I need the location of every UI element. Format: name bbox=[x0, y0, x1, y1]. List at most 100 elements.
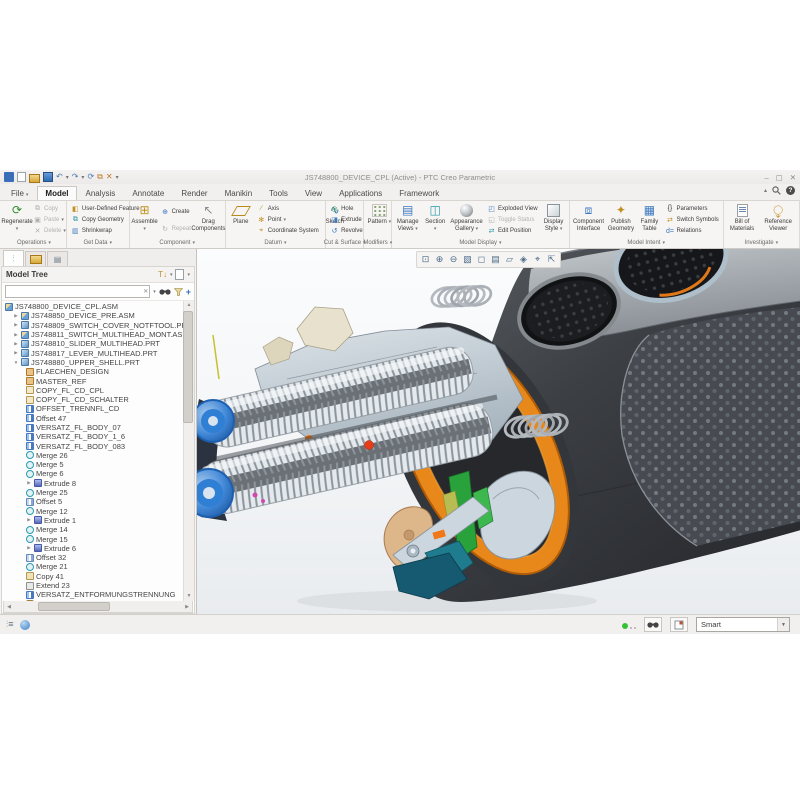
undo-arrow-icon[interactable]: ▾ bbox=[66, 174, 69, 181]
scroll-down-icon[interactable]: ▼ bbox=[184, 592, 194, 601]
revolve-button[interactable]: ↺Revolve bbox=[328, 226, 365, 236]
tree-item[interactable]: Merge 26 bbox=[2, 451, 194, 460]
toggle-status-button[interactable]: ◱Toggle Status bbox=[485, 215, 540, 225]
refit-icon[interactable]: ⊡ bbox=[419, 253, 432, 266]
open-file-icon[interactable] bbox=[29, 174, 40, 183]
clear-search-icon[interactable]: ✕ bbox=[143, 288, 148, 295]
selection-filter-select[interactable]: Smart ▼ bbox=[696, 617, 790, 632]
tree-item[interactable]: ▼JS748880_UPPER_SHELL.PRT bbox=[2, 358, 194, 367]
help-icon[interactable]: ? bbox=[786, 186, 795, 195]
tree-item[interactable]: Merge 14 bbox=[2, 525, 194, 534]
tree-item[interactable]: VERSATZ_FL_BODY_1_6 bbox=[2, 432, 194, 441]
tree-item[interactable]: VERSATZ_FL_BODY_07 bbox=[2, 423, 194, 432]
collapse-arrow-icon[interactable]: ▼ bbox=[13, 360, 19, 365]
tab-framework[interactable]: Framework bbox=[391, 186, 447, 200]
zoom-in-icon[interactable]: ⊕ bbox=[433, 253, 446, 266]
tree-item[interactable]: Offset 32 bbox=[2, 553, 194, 562]
tab-view[interactable]: View bbox=[297, 186, 330, 200]
datum-group-label[interactable]: Datum▾ bbox=[228, 238, 323, 248]
tree-item[interactable]: Copy 41 bbox=[2, 572, 194, 581]
3d-shaver-model[interactable] bbox=[197, 249, 800, 614]
save-icon[interactable] bbox=[43, 172, 53, 182]
scroll-left-icon[interactable]: ◀ bbox=[4, 604, 14, 610]
create-button[interactable]: ⊕Create bbox=[159, 207, 193, 217]
close-button[interactable]: ✕ bbox=[790, 173, 796, 182]
parameters-button[interactable]: {}Parameters bbox=[663, 204, 720, 214]
tree-item[interactable]: ▶Extrude 8 bbox=[2, 479, 194, 488]
investigate-group-label[interactable]: Investigate▾ bbox=[726, 238, 797, 248]
drag-components-button[interactable]: ↖Drag Components bbox=[194, 202, 223, 238]
axis-button[interactable]: ∕Axis bbox=[255, 204, 321, 214]
orientation-dragger-icon[interactable]: ⇱ bbox=[545, 253, 558, 266]
expand-arrow-icon[interactable]: ▶ bbox=[13, 341, 19, 347]
tree-item[interactable]: Merge 6 bbox=[2, 469, 194, 478]
expand-tree-icon[interactable]: + bbox=[186, 287, 191, 297]
spin-center-icon[interactable]: ⌖ bbox=[531, 253, 544, 266]
tree-horizontal-scrollbar[interactable]: ◀ ▶ bbox=[3, 601, 193, 613]
tree-search-input[interactable]: ✕ bbox=[5, 285, 150, 298]
tree-item[interactable]: ▶JS748850_DEVICE_PRE.ASM bbox=[2, 311, 194, 320]
folder-browser-tab[interactable] bbox=[25, 251, 46, 266]
publish-geometry-button[interactable]: ✦Publish Geometry bbox=[606, 202, 635, 238]
expand-arrow-icon[interactable]: ▶ bbox=[26, 545, 32, 551]
command-search-icon[interactable] bbox=[772, 186, 781, 195]
tree-item[interactable]: Offset 47 bbox=[2, 414, 194, 423]
restore-button[interactable]: ▢ bbox=[776, 173, 783, 182]
model-tree-tab[interactable]: ⫶ bbox=[3, 250, 24, 266]
tree-item[interactable]: Merge 21 bbox=[2, 562, 194, 571]
display-style-toolbar-icon[interactable]: ◻ bbox=[475, 253, 488, 266]
plane-button[interactable]: Plane bbox=[228, 202, 254, 238]
edit-position-button[interactable]: ⇄Edit Position bbox=[485, 226, 540, 236]
tab-model[interactable]: Model bbox=[37, 186, 76, 200]
minimize-button[interactable]: – bbox=[764, 173, 768, 182]
get-data-group-label[interactable]: Get Data▾ bbox=[69, 238, 127, 248]
scroll-up-icon[interactable]: ▲ bbox=[184, 301, 194, 310]
operations-group-label[interactable]: Operations▾ bbox=[4, 238, 64, 248]
manage-views-button[interactable]: ▤Manage Views ▾ bbox=[394, 202, 421, 238]
tree-item[interactable]: COPY_FL_CD_CPL bbox=[2, 386, 194, 395]
notifications-button[interactable] bbox=[670, 617, 688, 632]
bill-of-materials-button[interactable]: Bill of Materials bbox=[726, 202, 759, 238]
datum-display-filters-icon[interactable]: ▱ bbox=[503, 253, 516, 266]
display-style-button[interactable]: Display Style ▾ bbox=[541, 202, 567, 238]
app-logo-icon[interactable] bbox=[4, 172, 14, 182]
tree-column-settings-icon[interactable]: T↓ bbox=[158, 270, 167, 279]
redo-arrow-icon[interactable]: ▾ bbox=[81, 174, 84, 181]
tab-analysis[interactable]: Analysis bbox=[78, 186, 124, 200]
favorites-tab[interactable]: ▤ bbox=[47, 251, 68, 266]
expand-arrow-icon[interactable]: ▶ bbox=[13, 322, 19, 328]
tree-item[interactable]: ▶JS748809_SWITCH_COVER_NOTFTOOL.PRT bbox=[2, 321, 194, 330]
pattern-button[interactable]: Pattern ▾ bbox=[366, 202, 392, 238]
section-button[interactable]: ◫Section ▾ bbox=[422, 202, 448, 238]
customize-quick-access-icon[interactable]: ▾ bbox=[116, 174, 119, 181]
redo-icon[interactable]: ↷ bbox=[72, 172, 79, 182]
tree-item[interactable]: Merge 5 bbox=[2, 460, 194, 469]
expand-arrow-icon[interactable]: ▶ bbox=[13, 332, 19, 338]
modifiers-group-label[interactable]: Modifiers▾ bbox=[366, 238, 389, 248]
model-tree-toggle-icon[interactable]: ⫶≡ bbox=[6, 619, 14, 630]
component-interface-button[interactable]: ⧈Component Interface bbox=[572, 202, 606, 238]
tree-item[interactable]: VERSATZ_FL_BODY_083 bbox=[2, 441, 194, 450]
delete-button[interactable]: ✕Delete▾ bbox=[31, 226, 68, 236]
assemble-button[interactable]: ⊞Assemble ▾ bbox=[132, 202, 158, 238]
hole-button[interactable]: ◎Hole bbox=[328, 204, 365, 214]
scrollbar-thumb[interactable] bbox=[38, 602, 110, 611]
tree-item[interactable]: COPY_FL_CD_SCHALTER bbox=[2, 395, 194, 404]
tab-manikin[interactable]: Manikin bbox=[217, 186, 261, 200]
close-window-icon[interactable]: ✕ bbox=[106, 172, 113, 182]
point-button[interactable]: ✻Point▾ bbox=[255, 215, 321, 225]
coordinate-system-button[interactable]: ⌖Coordinate System bbox=[255, 226, 321, 236]
tab-render[interactable]: Render bbox=[173, 186, 215, 200]
expand-arrow-icon[interactable]: ▶ bbox=[26, 517, 32, 523]
model-display-group-label[interactable]: Model Display▾ bbox=[394, 238, 566, 248]
annotation-display-icon[interactable]: ◈ bbox=[517, 253, 530, 266]
tree-item[interactable]: ▶JS748817_LEVER_MULTIHEAD.PRT bbox=[2, 348, 194, 357]
tree-vertical-scrollbar[interactable]: ▲ ▼ bbox=[183, 301, 194, 601]
tree-item[interactable]: Merge 25 bbox=[2, 488, 194, 497]
tree-item[interactable]: VERSATZ_ENTFORMUNGSTRENNUNG bbox=[2, 590, 194, 599]
web-browser-icon[interactable] bbox=[20, 620, 30, 630]
family-table-button[interactable]: ▦Family Table bbox=[636, 202, 662, 238]
appearance-gallery-button[interactable]: Appearance Gallery ▾ bbox=[449, 202, 484, 238]
switch-symbols-button[interactable]: ⇄Switch Symbols bbox=[663, 215, 720, 225]
tree-item[interactable]: Merge 15 bbox=[2, 534, 194, 543]
